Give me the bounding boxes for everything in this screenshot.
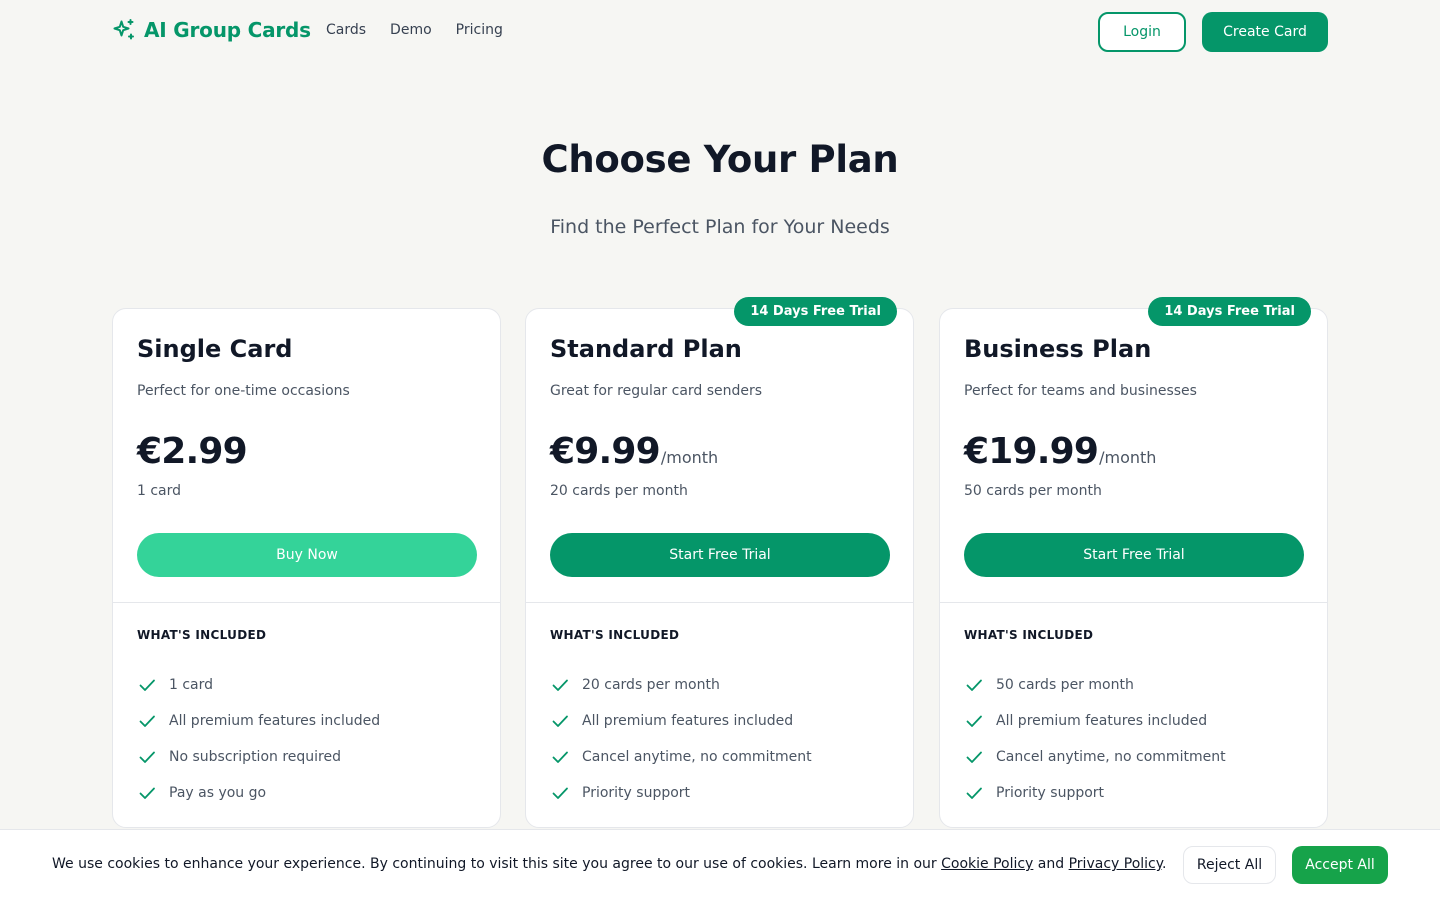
check-icon — [552, 679, 568, 691]
plan-description: Perfect for one-time occasions — [137, 383, 350, 399]
buy-now-button[interactable]: Buy Now — [137, 533, 477, 577]
feature-text: All premium features included — [582, 713, 794, 729]
cookie-and: and — [1033, 856, 1069, 872]
divider — [526, 602, 913, 603]
sparkles-icon — [113, 19, 134, 40]
feature-text: All premium features included — [996, 713, 1208, 729]
included-heading: WHAT'S INCLUDED — [137, 628, 267, 642]
create-card-button[interactable]: Create Card — [1202, 12, 1328, 52]
feature-text: All premium features included — [169, 713, 381, 729]
divider — [940, 602, 1327, 603]
login-button[interactable]: Login — [1098, 12, 1186, 52]
divider — [113, 602, 500, 603]
plan-card-standard: 14 Days Free Trial Standard Plan Great f… — [525, 297, 914, 828]
nav-link-demo[interactable]: Demo — [390, 22, 432, 38]
feature-text: Cancel anytime, no commitment — [996, 749, 1226, 765]
plan-period: /month — [1099, 448, 1157, 467]
feature-text: 1 card — [169, 677, 214, 693]
check-icon — [552, 751, 568, 763]
feature-item: 20 cards per month — [550, 667, 812, 703]
plan-quota: 20 cards per month — [550, 483, 688, 499]
check-icon — [139, 679, 155, 691]
feature-list: 20 cards per month All premium features … — [550, 667, 812, 811]
top-nav: AI Group Cards Cards Demo Pricing Login … — [0, 0, 1440, 64]
plan-card-business: 14 Days Free Trial Business Plan Perfect… — [939, 297, 1328, 828]
feature-item: Cancel anytime, no commitment — [964, 739, 1226, 775]
check-icon — [966, 787, 982, 799]
feature-text: Pay as you go — [169, 785, 267, 801]
cookie-policy-link[interactable]: Cookie Policy — [941, 856, 1033, 872]
plan-price: €9.99 — [550, 431, 661, 472]
feature-item: Cancel anytime, no commitment — [550, 739, 812, 775]
feature-item: All premium features included — [964, 703, 1226, 739]
plan-quota: 50 cards per month — [964, 483, 1102, 499]
feature-item: No subscription required — [137, 739, 380, 775]
start-free-trial-button[interactable]: Start Free Trial — [550, 533, 890, 577]
page-title: Choose Your Plan — [541, 138, 899, 181]
brand-logo[interactable]: AI Group Cards — [112, 18, 311, 42]
feature-text: 20 cards per month — [582, 677, 720, 693]
feature-list: 1 card All premium features included No … — [137, 667, 380, 811]
page-subtitle: Find the Perfect Plan for Your Needs — [550, 216, 890, 238]
free-trial-badge: 14 Days Free Trial — [1148, 297, 1311, 326]
cookie-end: . — [1162, 856, 1167, 872]
plan-period: /month — [660, 448, 719, 467]
feature-item: 50 cards per month — [964, 667, 1226, 703]
feature-item: Pay as you go — [137, 775, 380, 811]
plan-price: €2.99 — [137, 431, 248, 472]
cookie-banner: We use cookies to enhance your experienc… — [0, 829, 1440, 900]
feature-text: Priority support — [582, 785, 691, 801]
plan-name: Business Plan — [964, 335, 1152, 363]
feature-text: Cancel anytime, no commitment — [582, 749, 812, 765]
plan-description: Great for regular card senders — [550, 383, 763, 399]
feature-item: All premium features included — [137, 703, 380, 739]
feature-text: Priority support — [996, 785, 1105, 801]
check-icon — [966, 751, 982, 763]
nav-link-cards[interactable]: Cards — [326, 22, 366, 38]
reject-all-button[interactable]: Reject All — [1183, 846, 1276, 884]
start-free-trial-button[interactable]: Start Free Trial — [964, 533, 1304, 577]
plan-name: Standard Plan — [550, 335, 742, 363]
price-row: €2.99 — [137, 431, 248, 472]
brand-name: AI Group Cards — [144, 18, 311, 42]
plan-price: €19.99 — [964, 431, 1099, 472]
plan-description: Perfect for teams and businesses — [964, 383, 1197, 399]
check-icon — [966, 715, 982, 727]
check-icon — [552, 787, 568, 799]
feature-item: All premium features included — [550, 703, 812, 739]
feature-text: No subscription required — [169, 749, 341, 765]
cookie-text: We use cookies to enhance your experienc… — [52, 856, 942, 872]
included-heading: WHAT'S INCLUDED — [964, 628, 1094, 642]
check-icon — [966, 679, 982, 691]
feature-text: 50 cards per month — [996, 677, 1134, 693]
privacy-policy-link[interactable]: Privacy Policy — [1069, 856, 1162, 872]
check-icon — [139, 715, 155, 727]
feature-item: Priority support — [964, 775, 1226, 811]
feature-item: 1 card — [137, 667, 380, 703]
plan-quota: 1 card — [137, 483, 182, 499]
price-row: €19.99 /month — [964, 431, 1156, 472]
check-icon — [139, 787, 155, 799]
price-row: €9.99 /month — [550, 431, 718, 472]
cookie-message: We use cookies to enhance your experienc… — [52, 856, 1166, 872]
nav-link-pricing[interactable]: Pricing — [456, 22, 503, 38]
accept-all-button[interactable]: Accept All — [1292, 846, 1388, 884]
nav-links: Cards Demo Pricing — [326, 22, 503, 38]
included-heading: WHAT'S INCLUDED — [550, 628, 680, 642]
plan-card-single: Single Card Perfect for one-time occasio… — [112, 308, 501, 828]
feature-item: Priority support — [550, 775, 812, 811]
check-icon — [139, 751, 155, 763]
free-trial-badge: 14 Days Free Trial — [734, 297, 897, 326]
feature-list: 50 cards per month All premium features … — [964, 667, 1226, 811]
plan-name: Single Card — [137, 335, 293, 363]
check-icon — [552, 715, 568, 727]
